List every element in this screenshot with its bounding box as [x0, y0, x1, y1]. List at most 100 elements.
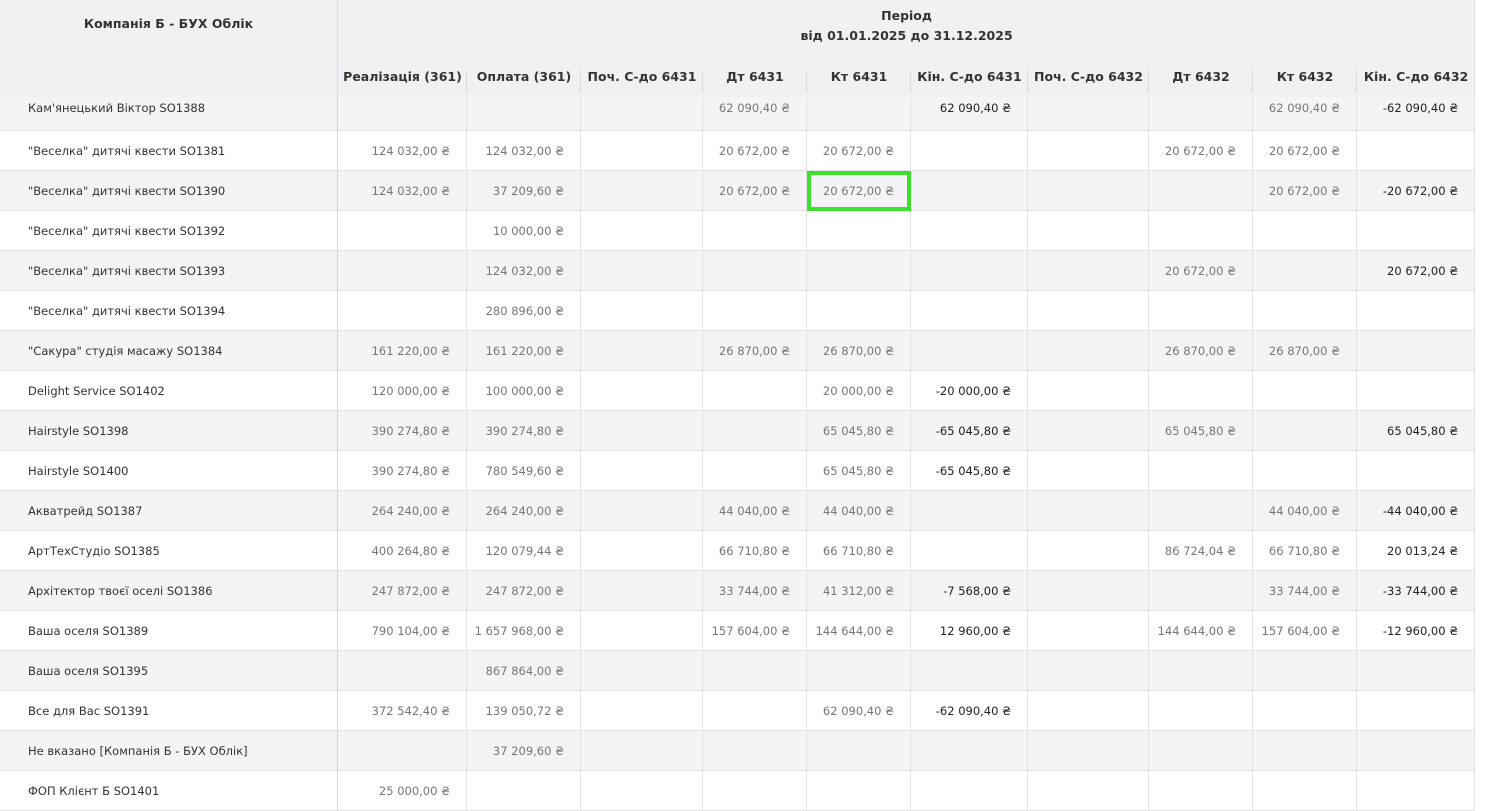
value-cell[interactable] [581, 411, 703, 451]
value-cell[interactable] [581, 571, 703, 611]
value-cell[interactable] [703, 691, 807, 731]
table-row[interactable]: Архітектор твоєї оселі SO1386 247 872,00 … [0, 571, 1476, 611]
value-cell[interactable] [807, 731, 911, 771]
value-cell[interactable] [1357, 691, 1476, 731]
col-header-end-balance-6432[interactable]: Кін. С-до 6432 [1357, 56, 1476, 97]
value-cell[interactable]: 12 960,00 ₴ [911, 611, 1028, 651]
value-cell[interactable]: 26 870,00 ₴ [1253, 331, 1357, 371]
value-cell[interactable] [1028, 211, 1149, 251]
value-cell[interactable] [1149, 651, 1253, 691]
value-cell[interactable]: 62 090,40 ₴ [807, 691, 911, 731]
value-cell[interactable] [703, 371, 807, 411]
value-cell[interactable]: 161 220,00 ₴ [467, 331, 581, 371]
value-cell[interactable] [911, 171, 1028, 211]
value-cell[interactable] [1253, 371, 1357, 411]
value-cell[interactable]: -20 672,00 ₴ [1357, 171, 1476, 211]
value-cell[interactable] [1357, 131, 1476, 171]
value-cell[interactable] [911, 491, 1028, 531]
value-cell[interactable]: 247 872,00 ₴ [467, 571, 581, 611]
value-cell[interactable]: 62 090,40 ₴ [703, 97, 807, 131]
value-cell[interactable]: 20 672,00 ₴ [1253, 131, 1357, 171]
value-cell[interactable] [1253, 731, 1357, 771]
value-cell[interactable]: 20 672,00 ₴ [807, 131, 911, 171]
value-cell[interactable] [1357, 771, 1476, 811]
value-cell[interactable] [338, 97, 467, 131]
row-name-cell[interactable]: ФОП Клієнт Б SO1401 [0, 771, 338, 811]
value-cell[interactable] [581, 131, 703, 171]
col-header-start-balance-6432[interactable]: Поч. С-до 6432 [1028, 56, 1149, 97]
value-cell[interactable] [807, 251, 911, 291]
value-cell[interactable]: 780 549,60 ₴ [467, 451, 581, 491]
value-cell[interactable] [581, 251, 703, 291]
value-cell[interactable] [1028, 171, 1149, 211]
row-name-cell[interactable]: "Веселка" дитячі квести SO1392 [0, 211, 338, 251]
col-header-kt-6431[interactable]: Кт 6431 [807, 56, 911, 97]
value-cell[interactable] [581, 651, 703, 691]
row-name-cell[interactable]: "Веселка" дитячі квести SO1393 [0, 251, 338, 291]
row-name-cell[interactable]: Delight Service SO1402 [0, 371, 338, 411]
value-cell[interactable] [1028, 731, 1149, 771]
value-cell[interactable]: 124 032,00 ₴ [338, 171, 467, 211]
value-cell[interactable] [1028, 371, 1149, 411]
value-cell[interactable] [1149, 291, 1253, 331]
value-cell[interactable]: 10 000,00 ₴ [467, 211, 581, 251]
value-cell[interactable]: 100 000,00 ₴ [467, 371, 581, 411]
row-name-cell[interactable]: Не вказано [Компанія Б - БУХ Облік] [0, 731, 338, 771]
value-cell[interactable]: 390 274,80 ₴ [467, 411, 581, 451]
col-header-realization[interactable]: Реалізація (361) [338, 56, 467, 97]
value-cell[interactable]: 66 710,80 ₴ [807, 531, 911, 571]
value-cell[interactable] [1028, 131, 1149, 171]
value-cell[interactable]: 26 870,00 ₴ [703, 331, 807, 371]
value-cell[interactable] [1253, 771, 1357, 811]
value-cell[interactable]: 280 896,00 ₴ [467, 291, 581, 331]
value-cell[interactable]: 65 045,80 ₴ [807, 451, 911, 491]
value-cell[interactable]: 390 274,80 ₴ [338, 451, 467, 491]
value-cell[interactable] [1149, 691, 1253, 731]
value-cell[interactable] [1357, 731, 1476, 771]
value-cell[interactable] [1357, 371, 1476, 411]
row-name-cell[interactable]: Hairstyle SO1400 [0, 451, 338, 491]
value-cell[interactable]: 390 274,80 ₴ [338, 411, 467, 451]
value-cell[interactable] [1149, 491, 1253, 531]
value-cell[interactable]: -7 568,00 ₴ [911, 571, 1028, 611]
col-header-dt-6432[interactable]: Дт 6432 [1149, 56, 1253, 97]
value-cell[interactable]: 139 050,72 ₴ [467, 691, 581, 731]
value-cell[interactable] [703, 731, 807, 771]
col-header-end-balance-6431[interactable]: Кін. С-до 6431 [911, 56, 1028, 97]
value-cell[interactable]: 157 604,00 ₴ [1253, 611, 1357, 651]
value-cell[interactable] [1028, 451, 1149, 491]
value-cell[interactable] [1253, 251, 1357, 291]
value-cell[interactable]: 41 312,00 ₴ [807, 571, 911, 611]
value-cell[interactable]: -62 090,40 ₴ [1357, 97, 1476, 131]
value-cell[interactable]: 44 040,00 ₴ [703, 491, 807, 531]
value-cell[interactable] [1253, 691, 1357, 731]
value-cell[interactable] [338, 291, 467, 331]
col-header-kt-6432[interactable]: Кт 6432 [1253, 56, 1357, 97]
value-cell[interactable] [581, 771, 703, 811]
value-cell[interactable]: 62 090,40 ₴ [911, 97, 1028, 131]
value-cell[interactable] [1028, 691, 1149, 731]
value-cell[interactable] [1149, 97, 1253, 131]
value-cell[interactable] [581, 331, 703, 371]
value-cell[interactable]: 20 672,00 ₴ [1149, 131, 1253, 171]
value-cell[interactable] [1253, 451, 1357, 491]
value-cell[interactable] [807, 211, 911, 251]
value-cell[interactable]: 124 032,00 ₴ [338, 131, 467, 171]
value-cell[interactable]: 20 672,00 ₴ [1253, 171, 1357, 211]
value-cell[interactable] [1149, 451, 1253, 491]
value-cell[interactable]: 62 090,40 ₴ [1253, 97, 1357, 131]
value-cell[interactable]: 124 032,00 ₴ [467, 251, 581, 291]
value-cell[interactable]: 37 209,60 ₴ [467, 171, 581, 211]
table-row[interactable]: Hairstyle SO1398 390 274,80 ₴ 390 274,80 ₴… [0, 411, 1476, 451]
value-cell[interactable]: -12 960,00 ₴ [1357, 611, 1476, 651]
value-cell[interactable]: 264 240,00 ₴ [467, 491, 581, 531]
table-row[interactable]: Ваша оселя SO1389 790 104,00 ₴ 1 657 968,0… [0, 611, 1476, 651]
value-cell[interactable]: 20 672,00 ₴ [1149, 251, 1253, 291]
value-cell[interactable] [1357, 651, 1476, 691]
value-cell[interactable] [1028, 491, 1149, 531]
value-cell[interactable] [581, 491, 703, 531]
value-cell[interactable] [1149, 571, 1253, 611]
value-cell[interactable] [1357, 331, 1476, 371]
value-cell[interactable]: 20 672,00 ₴ [703, 171, 807, 211]
table-row[interactable]: Все для Вас SO1391 372 542,40 ₴ 139 050,72… [0, 691, 1476, 731]
